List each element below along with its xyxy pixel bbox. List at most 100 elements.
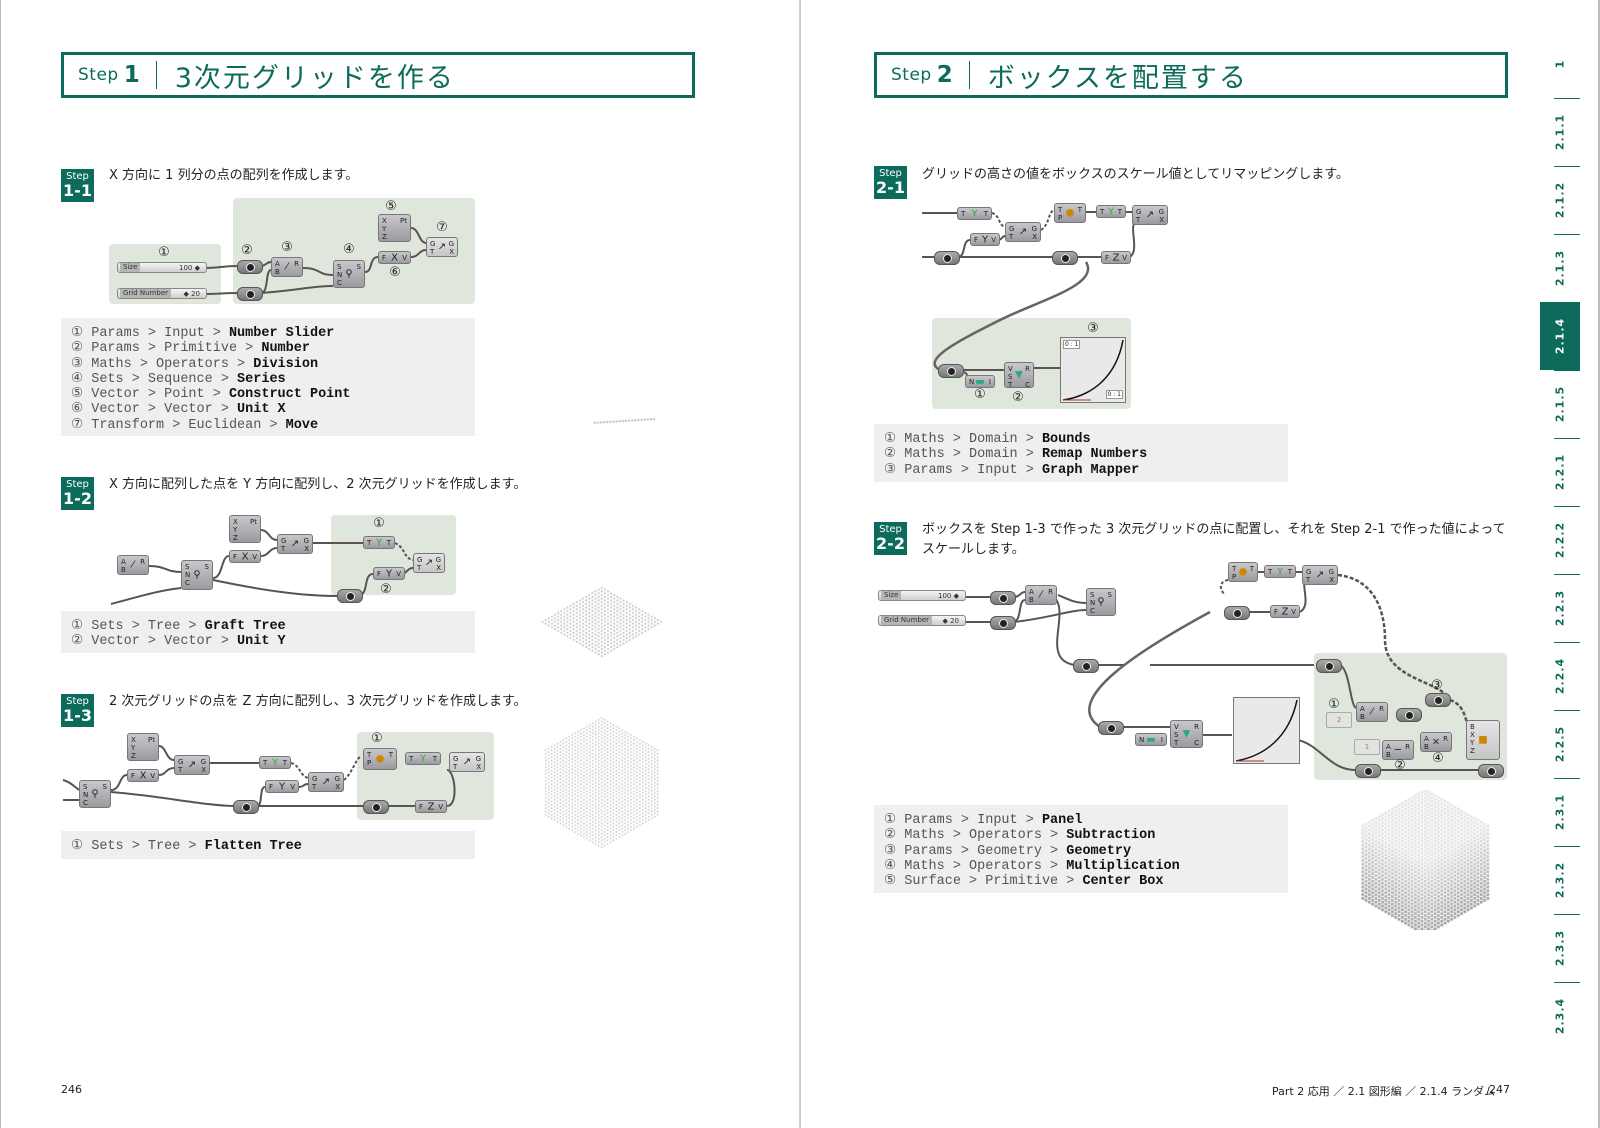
number-param[interactable]	[990, 591, 1016, 605]
number-param[interactable]	[363, 800, 389, 814]
unit-z-node[interactable]: FZV	[415, 800, 447, 813]
division-node[interactable]: A B ⁄ R	[271, 257, 303, 277]
series-node[interactable]: S N C ⚲ S	[181, 560, 213, 590]
graft-tree-node[interactable]: TYT	[405, 752, 441, 765]
flatten-tree-node[interactable]: T P ● T	[1228, 562, 1258, 582]
panel[interactable]: 1	[1354, 739, 1380, 755]
graph-mapper[interactable]: 0 : 1 0 : 1	[1060, 337, 1126, 403]
multiplication-node[interactable]: A B × R	[1420, 732, 1452, 752]
unit-x-node[interactable]: FXV	[127, 769, 159, 782]
graft-tree-node[interactable]: TYT	[363, 536, 395, 549]
grid-number-slider[interactable]: Grid Number ◆ 20	[878, 615, 966, 626]
number-param[interactable]	[233, 800, 259, 814]
marker: ①	[371, 731, 383, 746]
chapter-tab-2-1-2[interactable]: 2.1.2	[1540, 166, 1580, 234]
header-divider	[968, 61, 970, 89]
remap-numbers-node[interactable]: V S T ▼ R C	[1170, 720, 1203, 748]
chapter-tab-1[interactable]: 1	[1540, 30, 1580, 98]
grid-number-slider[interactable]: Grid Number ◆ 20	[117, 288, 207, 299]
number-param[interactable]	[1355, 764, 1381, 778]
geometry-param[interactable]	[1425, 693, 1451, 707]
move-node[interactable]: G T ↗ G X	[277, 534, 313, 554]
number-param[interactable]	[990, 616, 1016, 630]
unit-z-node[interactable]: FZV	[1270, 605, 1300, 618]
marker: ②	[884, 828, 905, 844]
construct-point-node[interactable]: X Y Z Pt	[127, 733, 159, 761]
series-node[interactable]: S N C ⚲ S	[333, 260, 365, 288]
tab-divider	[1554, 370, 1580, 371]
chapter-tab-2-1-4[interactable]: 2.1.4	[1540, 302, 1580, 370]
tab-divider	[1554, 574, 1580, 575]
component-path: ③ Maths > Operators > Division	[71, 357, 465, 372]
number-param[interactable]	[1052, 251, 1078, 265]
component-list-1-2: ① Sets > Tree > Graft Tree ② Vector > Vec…	[61, 611, 475, 653]
number-param[interactable]	[1224, 606, 1250, 620]
division-node[interactable]: A B ⁄ R	[1025, 585, 1057, 605]
component-path: ⑤ Vector > Point > Construct Point	[71, 387, 465, 402]
menu-path: Vector > Vector >	[91, 634, 238, 650]
move-node[interactable]: G T ↗ G X	[1302, 565, 1338, 585]
move-node[interactable]: G T ↗ G X	[426, 237, 458, 257]
move-node[interactable]: G T ↗ G X	[449, 752, 485, 772]
division-node[interactable]: A B ⁄ R	[117, 555, 149, 575]
remap-numbers-node[interactable]: V S T ▼ R C	[1004, 362, 1034, 389]
graft-tree-node[interactable]: TYT	[957, 207, 992, 220]
menu-path: Params > Input >	[904, 462, 1042, 478]
subtraction-node[interactable]: A B − R	[1382, 740, 1414, 760]
graft-tree-node[interactable]: TYT	[1264, 565, 1296, 578]
chapter-tab-2-3-4[interactable]: 2.3.4	[1540, 982, 1580, 1050]
construct-point-node[interactable]: X Y Z Pt	[229, 515, 261, 543]
graft-tree-node[interactable]: TYT	[259, 756, 291, 769]
component-name: Move	[285, 417, 319, 433]
chapter-tab-2-2-3[interactable]: 2.2.3	[1540, 574, 1580, 642]
marker: ②	[1012, 390, 1024, 405]
unit-y-node[interactable]: FYV	[970, 233, 1000, 246]
division-node[interactable]: A B ⁄ R	[1356, 702, 1388, 722]
number-param[interactable]	[237, 287, 263, 301]
unit-y-node[interactable]: FYV	[265, 780, 299, 793]
chapter-tab-2-3-3[interactable]: 2.3.3	[1540, 914, 1580, 982]
number-param[interactable]	[1098, 721, 1124, 735]
number-param[interactable]	[1073, 659, 1099, 673]
unit-y-node[interactable]: FYV	[373, 567, 405, 580]
number-param[interactable]	[1316, 659, 1342, 673]
unit-x-node[interactable]: FXV	[229, 550, 261, 563]
marker: ③	[1087, 321, 1099, 336]
center-box-node[interactable]: B X Y Z ■	[1466, 720, 1500, 760]
series-node[interactable]: S N C ⚲ S	[1086, 588, 1116, 616]
number-param[interactable]	[237, 260, 263, 274]
series-node[interactable]: S N C ⚲ S	[79, 780, 111, 808]
unit-x-node[interactable]: FXV	[378, 251, 411, 264]
flatten-tree-node[interactable]: T P ● T	[1054, 203, 1086, 223]
chapter-tab-2-3-2[interactable]: 2.3.2	[1540, 846, 1580, 914]
number-param[interactable]	[934, 251, 960, 265]
step-1-header: Step 1 3次元グリッドを作る	[61, 52, 695, 98]
number-param[interactable]	[337, 589, 363, 603]
chapter-tab-2-1-1[interactable]: 2.1.1	[1540, 98, 1580, 166]
move-node[interactable]: G T ↗ G X	[174, 755, 210, 775]
chapter-tab-2-2-1[interactable]: 2.2.1	[1540, 438, 1580, 506]
chapter-tab-2-1-3[interactable]: 2.1.3	[1540, 234, 1580, 302]
chapter-tab-2-1-5[interactable]: 2.1.5	[1540, 370, 1580, 438]
chapter-tab-2-3-1[interactable]: 2.3.1	[1540, 778, 1580, 846]
number-param[interactable]	[1396, 708, 1422, 722]
construct-point-node[interactable]: X Y Z Pt	[378, 214, 411, 242]
move-node[interactable]: G T ↗ G X	[1005, 222, 1041, 242]
move-node[interactable]: G T ↗ G X	[1132, 205, 1168, 225]
graft-tree-node[interactable]: TYT	[1096, 205, 1126, 218]
move-node[interactable]: G T ↗ G X	[413, 553, 445, 573]
panel[interactable]: 2	[1326, 712, 1352, 728]
number-param[interactable]	[938, 364, 964, 378]
marker: ⑥	[389, 265, 401, 280]
size-slider[interactable]: Size 100 ◆	[117, 262, 207, 273]
move-node[interactable]: G T ↗ G X	[308, 772, 344, 792]
number-param[interactable]	[1478, 764, 1504, 778]
unit-z-node[interactable]: FZV	[1101, 251, 1131, 264]
flatten-tree-node[interactable]: T P ● T	[363, 748, 397, 770]
chapter-tab-2-2-5[interactable]: 2.2.5	[1540, 710, 1580, 778]
graph-mapper[interactable]	[1233, 697, 1300, 764]
size-slider[interactable]: Size 100 ◆	[878, 590, 966, 601]
chapter-tab-2-2-4[interactable]: 2.2.4	[1540, 642, 1580, 710]
chapter-tab-2-2-2[interactable]: 2.2.2	[1540, 506, 1580, 574]
bounds-node[interactable]: N ▬ I	[1135, 733, 1167, 746]
